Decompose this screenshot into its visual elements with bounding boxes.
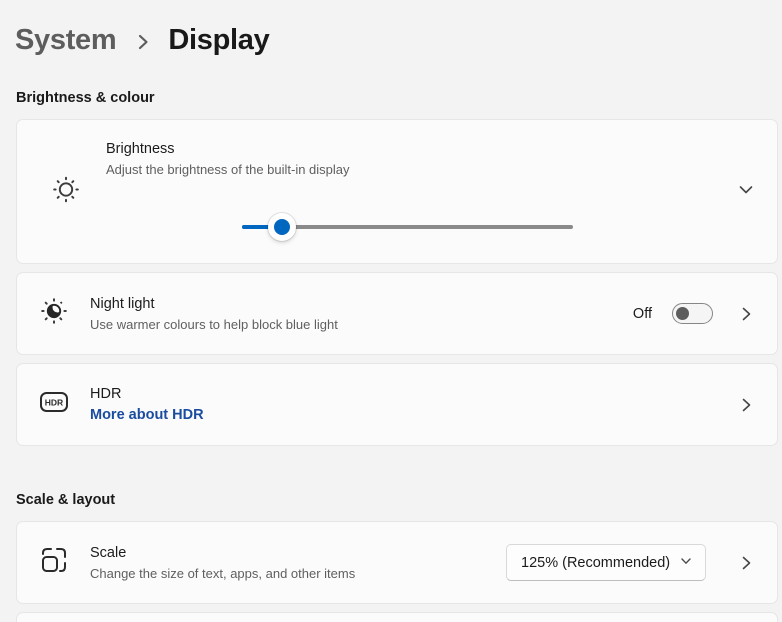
chevron-down-icon — [680, 555, 692, 571]
scale-card[interactable]: Scale Change the size of text, apps, and… — [16, 521, 778, 604]
hdr-more-link[interactable]: More about HDR — [90, 407, 729, 423]
scale-subtitle: Change the size of text, apps, and other… — [90, 566, 496, 581]
night-light-title: Night light — [90, 296, 623, 312]
scale-text-block: Scale Change the size of text, apps, and… — [90, 545, 506, 581]
breadcrumb-display: Display — [168, 24, 269, 57]
cards-scale-layout: Scale Change the size of text, apps, and… — [16, 521, 778, 622]
chevron-right-icon[interactable] — [739, 555, 753, 571]
hdr-badge-icon: HDR — [39, 390, 69, 419]
brightness-title: Brightness — [106, 141, 350, 157]
svg-text:HDR: HDR — [44, 398, 62, 408]
brightness-text-block: Brightness Adjust the brightness of the … — [106, 141, 350, 177]
scale-resize-icon — [40, 546, 68, 579]
hdr-icon-col: HDR — [17, 390, 90, 419]
night-light-subtitle: Use warmer colours to help block blue li… — [90, 317, 623, 332]
section-title-scale-layout: Scale & layout — [16, 492, 782, 508]
night-light-icon — [39, 296, 69, 331]
brightness-card-header: Brightness Adjust the brightness of the … — [17, 120, 777, 263]
night-light-toggle[interactable] — [672, 303, 713, 324]
brightness-slider-thumb-dot — [274, 219, 290, 235]
scale-title: Scale — [90, 545, 496, 561]
night-light-icon-col — [17, 296, 90, 331]
hdr-text-block: HDR More about HDR — [90, 386, 739, 423]
brightness-card[interactable]: Brightness Adjust the brightness of the … — [16, 119, 778, 264]
section-title-brightness-colour: Brightness & colour — [16, 90, 782, 106]
cards-brightness-colour: Brightness Adjust the brightness of the … — [16, 119, 778, 446]
hdr-card[interactable]: HDR HDR More about HDR — [16, 363, 778, 446]
hdr-title: HDR — [90, 386, 729, 402]
brightness-slider[interactable] — [242, 213, 573, 241]
brightness-subtitle: Adjust the brightness of the built-in di… — [106, 162, 350, 177]
brightness-sun-icon — [51, 174, 81, 209]
scale-dropdown-value: 125% (Recommended) — [521, 555, 670, 571]
chevron-right-icon[interactable] — [739, 306, 753, 322]
breadcrumb: System Display — [0, 0, 782, 62]
night-light-toggle-label: Off — [633, 306, 652, 322]
scale-dropdown[interactable]: 125% (Recommended) — [506, 544, 706, 581]
chevron-right-icon[interactable] — [739, 397, 753, 413]
night-light-text-block: Night light Use warmer colours to help b… — [90, 296, 633, 332]
breadcrumb-chevron-icon — [135, 29, 151, 55]
scale-icon-col — [17, 546, 90, 579]
brightness-slider-thumb[interactable] — [268, 213, 296, 241]
night-light-card[interactable]: Night light Use warmer colours to help b… — [16, 272, 778, 355]
night-light-toggle-knob — [676, 307, 689, 320]
next-card-partial[interactable] — [16, 612, 778, 622]
breadcrumb-system[interactable]: System — [15, 24, 116, 57]
chevron-down-icon[interactable] — [738, 181, 754, 202]
